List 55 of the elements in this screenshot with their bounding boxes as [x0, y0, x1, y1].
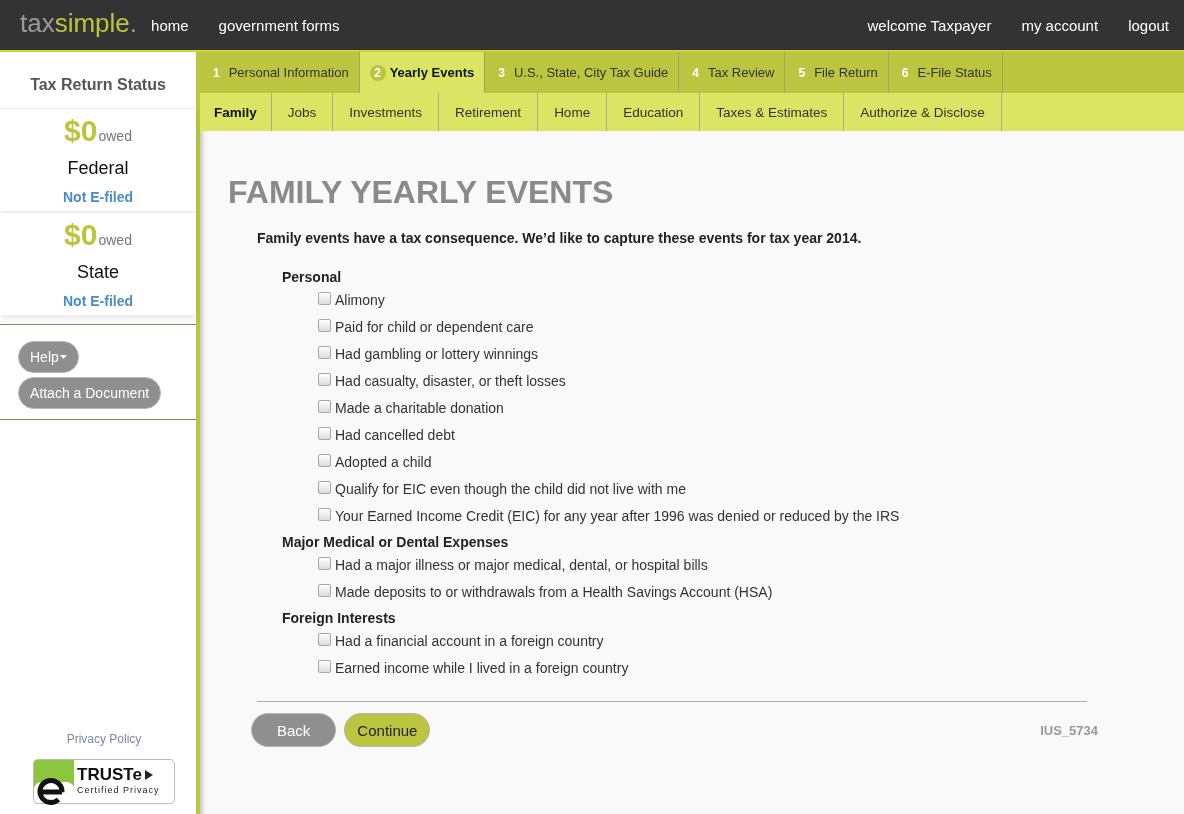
unit-label: owed — [98, 232, 132, 248]
option-label: Had cancelled debt — [335, 426, 455, 443]
unit-label: owed — [98, 128, 132, 144]
checkbox[interactable] — [318, 659, 331, 673]
seal-logo-icon — [34, 760, 74, 806]
option-label: Your Earned Income Credit (EIC) for any year after 1996 was denied or reduced by the IRS — [335, 507, 900, 524]
nav-link[interactable]: logout — [1128, 16, 1169, 34]
option-label: Had a financial account in a foreign country — [335, 632, 604, 649]
triangle-icon — [144, 770, 153, 780]
checkbox[interactable] — [318, 345, 331, 359]
checkbox[interactable] — [318, 632, 331, 646]
nav-link[interactable]: my account — [1021, 16, 1099, 34]
amount-text: $0 — [64, 218, 98, 251]
group-heading: Major Medical or Dental Expenses — [282, 534, 510, 551]
caret-icon — [59, 355, 67, 359]
seal-subtitle: Certified Privacy — [77, 784, 160, 797]
page-code: IUS_5734 — [1040, 722, 1098, 738]
checkbox[interactable] — [318, 583, 331, 597]
privacy-link[interactable]: Privacy Policy — [66, 732, 142, 746]
nav-link[interactable]: government forms — [218, 16, 340, 34]
logo[interactable]: taxsimple. — [20, 8, 138, 38]
checkbox[interactable] — [318, 507, 331, 521]
option-label: Had casualty, disaster, or theft losses — [335, 372, 566, 389]
nav-link[interactable]: home — [151, 16, 189, 34]
amount-text: $0 — [64, 114, 98, 147]
group-heading: Personal — [282, 269, 343, 286]
checkbox[interactable] — [318, 318, 331, 332]
option-label: Had gambling or lottery winnings — [335, 345, 539, 362]
return-name: State — [76, 261, 120, 283]
option-label: Alimony — [335, 291, 385, 308]
seal-title: TRUSTe — [77, 766, 142, 784]
option-label: Made a charitable donation — [335, 399, 504, 416]
checkbox[interactable] — [318, 453, 331, 467]
checkbox[interactable] — [318, 556, 331, 570]
option-label: Adopted a child — [335, 453, 432, 470]
checkbox[interactable] — [318, 426, 331, 440]
greeting-text: welcome Taxpayer — [867, 16, 992, 34]
step-tab[interactable]: 2 Yearly Events — [359, 52, 486, 93]
option-label: Qualify for EIC even though the child did not live with me — [335, 480, 686, 497]
intro-text: Family events have a tax consequence. We’d like to capture these events for tax year 2014. — [257, 229, 863, 247]
group-heading: Foreign Interests — [282, 610, 397, 627]
continue-button[interactable]: Continue — [344, 713, 431, 747]
return-name: Federal — [66, 157, 130, 179]
option-label: Earned income while I lived in a foreign country — [335, 659, 629, 676]
checkbox[interactable] — [318, 291, 331, 305]
option-label: Had a major illness or major medical, dental, or hospital bills — [335, 556, 708, 573]
trust-seal[interactable]: TRUSTe Certified Privacy — [33, 759, 175, 804]
checkbox[interactable] — [318, 480, 331, 494]
filing-status: Not E-filed — [62, 188, 134, 206]
filing-status: Not E-filed — [62, 292, 134, 310]
option-label: Paid for child or dependent care — [335, 318, 534, 335]
page-title: FAMILY YEARLY EVENTS — [228, 173, 615, 211]
option-label: Made deposits to or withdrawals from a Health Savings Account (HSA) — [335, 583, 773, 600]
checkbox[interactable] — [318, 372, 331, 386]
checkbox[interactable] — [318, 399, 331, 413]
